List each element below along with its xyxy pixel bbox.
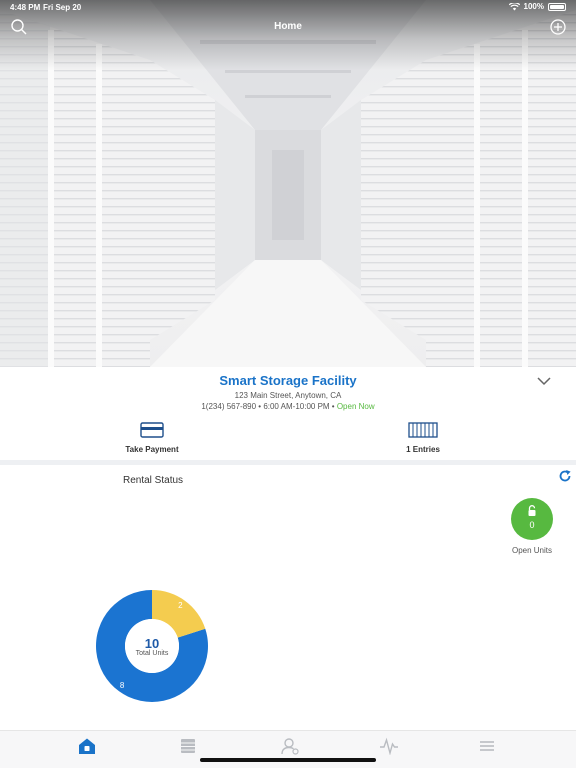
- take-payment-button[interactable]: Take Payment: [92, 421, 212, 455]
- battery-icon: [548, 2, 566, 11]
- total-units-value: 10: [144, 636, 160, 651]
- activity-icon[interactable]: [379, 737, 399, 755]
- person-icon[interactable]: [280, 737, 300, 755]
- status-right: 100%: [508, 2, 566, 11]
- facility-open-status: Open Now: [336, 402, 375, 411]
- home-indicator: [200, 758, 376, 762]
- facility-phone-hours: 1(234) 567-890 • 6:00 AM-10:00 PM •: [201, 402, 335, 411]
- unlock-icon: [528, 505, 536, 516]
- refresh-icon[interactable]: [558, 469, 572, 483]
- facility-address: 123 Main Street, Anytown, CA: [234, 391, 342, 400]
- status-date: Fri Sep 20: [43, 3, 82, 12]
- donut-slice-label-0: 8: [119, 681, 125, 691]
- add-circle-icon[interactable]: [549, 18, 567, 36]
- tab-bar: [0, 730, 576, 768]
- status-bar: 4:48 PM Fri Sep 20 100%: [0, 0, 576, 14]
- credit-card-icon: [140, 422, 164, 438]
- facility-panel: Smart Storage Facility 123 Main Street, …: [0, 367, 576, 459]
- wifi-icon: [508, 2, 520, 10]
- home-icon[interactable]: [77, 737, 97, 755]
- menu-icon[interactable]: [477, 737, 497, 755]
- list-icon[interactable]: [178, 737, 198, 755]
- status-time: 4:48 PM: [10, 3, 41, 12]
- open-units-count: 0: [529, 520, 535, 530]
- section-divider: [0, 460, 576, 465]
- facility-name: Smart Storage Facility: [219, 373, 357, 388]
- rental-status-title: Rental Status: [123, 475, 184, 486]
- gate-icon: [408, 422, 438, 438]
- take-payment-label: Take Payment: [125, 445, 179, 454]
- units-donut-chart: 10 Total Units 8 2: [94, 588, 210, 704]
- hero-image: [0, 0, 576, 367]
- open-units-badge[interactable]: 0: [511, 498, 553, 540]
- page-title: Home: [274, 21, 302, 32]
- entries-button[interactable]: 1 Entries: [363, 421, 483, 455]
- donut-slice-label-1: 2: [178, 600, 183, 610]
- chevron-down-icon[interactable]: [536, 375, 552, 387]
- entries-label: 1 Entries: [406, 445, 440, 454]
- open-units-label: Open Units: [511, 546, 553, 555]
- battery-percent: 100%: [523, 2, 544, 11]
- facility-info: 1(234) 567-890 • 6:00 AM-10:00 PM • Open…: [0, 402, 576, 411]
- total-units-label: Total Units: [135, 650, 169, 657]
